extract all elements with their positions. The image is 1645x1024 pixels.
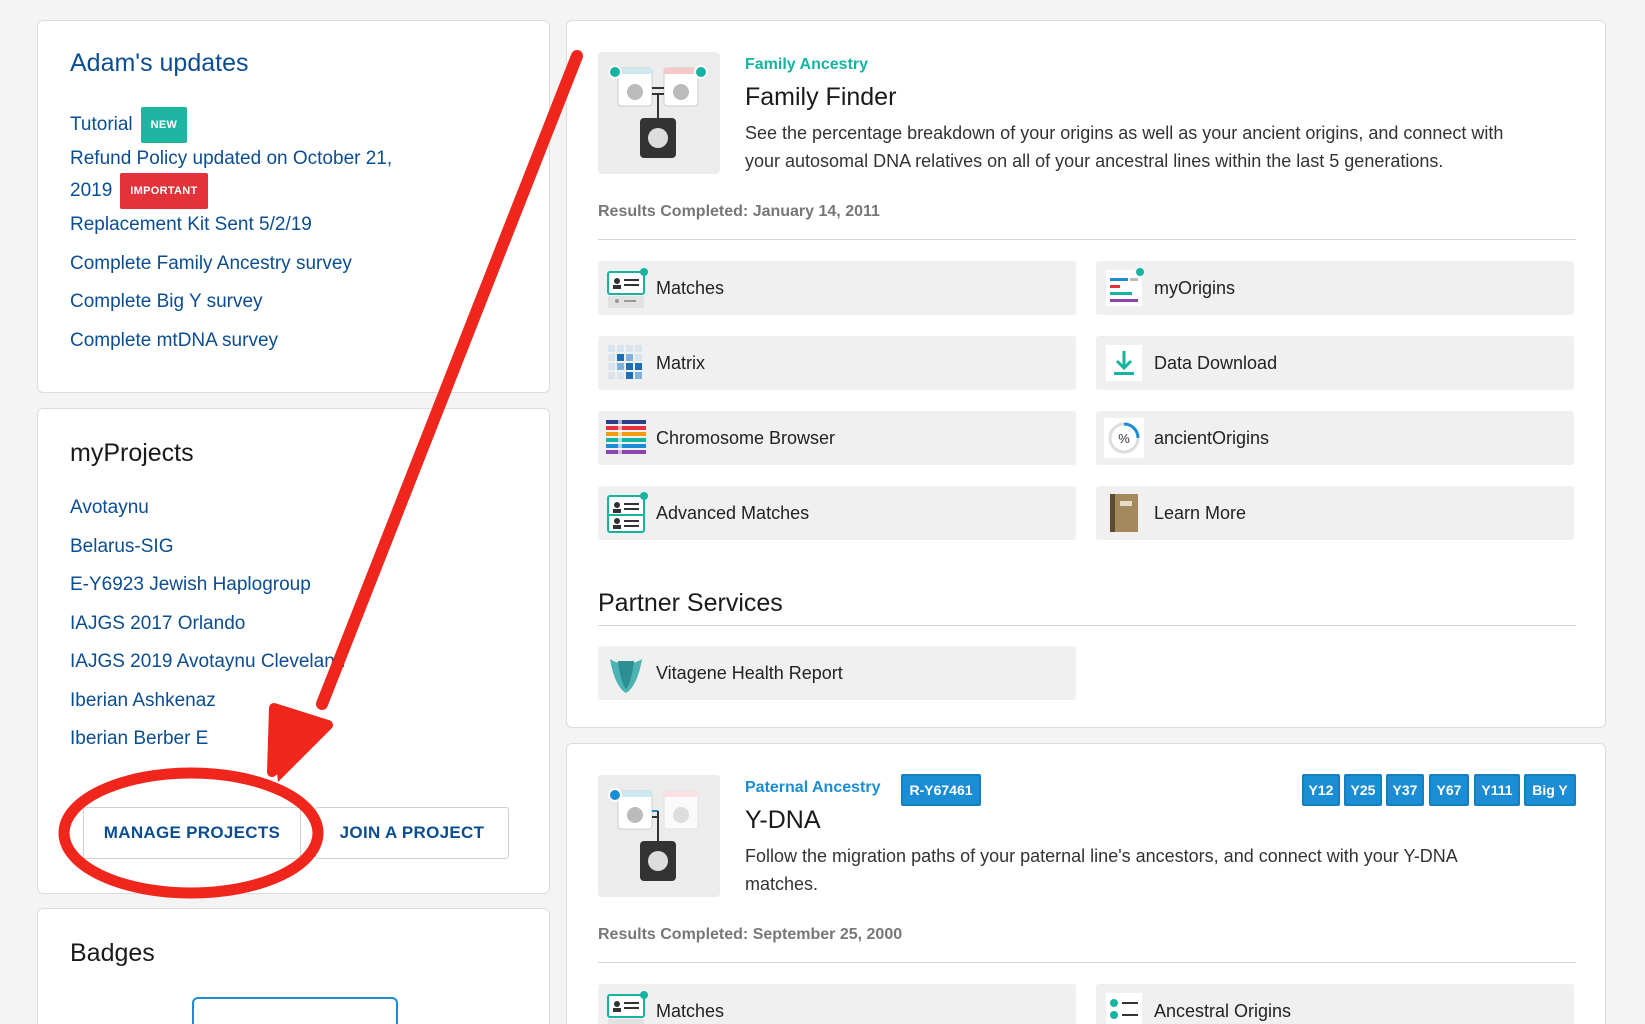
product-title: Y-DNA [745, 806, 821, 834]
tile-label: Matches [656, 277, 725, 298]
tile-learn-more[interactable]: Learn More [1096, 486, 1574, 540]
badges-title: Badges [70, 939, 155, 967]
tile-ancient-origins[interactable]: % ancientOrigins [1096, 411, 1574, 465]
results-completed: Results Completed: January 14, 2011 [598, 203, 880, 220]
divider [598, 239, 1576, 240]
checklist-icon [1100, 987, 1148, 1024]
family-finder-thumbnail [598, 52, 720, 174]
advanced-matches-icon [602, 489, 650, 537]
test-chip-y25[interactable]: Y25 [1344, 774, 1382, 806]
project-link[interactable]: Iberian Berber E [70, 725, 208, 753]
tile-label: ancientOrigins [1154, 427, 1270, 448]
matrix-icon [602, 339, 650, 387]
ydna-card: Paternal Ancestry R-Y67461 Y12 Y25 Y37 Y… [566, 743, 1606, 1024]
updates-title: Adam's updates [70, 49, 249, 77]
project-link[interactable]: Avotaynu [70, 494, 149, 522]
divider [598, 962, 1576, 963]
matches-icon [602, 264, 650, 312]
tile-ydna-matches[interactable]: Matches [598, 984, 1076, 1024]
update-link-refund-policy[interactable]: Refund Policy updated on October 21, 201… [70, 145, 392, 209]
test-chip-y111[interactable]: Y111 [1474, 774, 1520, 806]
product-category: Paternal Ancestry [745, 779, 881, 796]
updates-card: Adam's updates Tutorial NEW Refund Policy… [37, 20, 550, 393]
tile-label: Data Download [1154, 352, 1278, 373]
vitagene-shield-icon [602, 649, 650, 697]
download-icon [1100, 339, 1148, 387]
ancient-origins-icon: % [1100, 414, 1148, 462]
badge-item[interactable] [192, 997, 398, 1024]
project-link[interactable]: E-Y6923 Jewish Haplogroup [70, 571, 311, 599]
test-chip-y37[interactable]: Y37 [1386, 774, 1424, 806]
update-link-mtdna-survey[interactable]: Complete mtDNA survey [70, 327, 278, 355]
project-link[interactable]: Iberian Ashkenaz [70, 687, 216, 715]
divider [598, 625, 1576, 626]
update-link-big-y-survey[interactable]: Complete Big Y survey [70, 288, 263, 316]
description-line: matches. [745, 874, 819, 894]
ydna-thumbnail [598, 775, 720, 897]
update-link-label[interactable]: Tutorial [70, 114, 133, 135]
tile-label: Matrix [656, 352, 705, 373]
projects-title: myProjects [70, 439, 194, 467]
projects-card: myProjects Avotaynu Belarus-SIG E-Y6923 … [37, 408, 550, 894]
matches-icon [602, 987, 650, 1024]
description-line: See the percentage breakdown of your ori… [745, 123, 1504, 143]
new-badge: NEW [140, 107, 188, 143]
product-category: Family Ancestry [745, 56, 869, 73]
description-line: your autosomal DNA relatives on all of y… [745, 151, 1444, 171]
project-link[interactable]: IAJGS 2019 Avotaynu Cleveland [70, 648, 345, 676]
description-line: Follow the migration paths of your pater… [745, 846, 1458, 866]
results-completed: Results Completed: September 25, 2000 [598, 926, 903, 943]
haplogroup-badge[interactable]: R-Y67461 [901, 774, 981, 806]
tile-label: Learn More [1154, 502, 1247, 523]
important-badge: IMPORTANT [120, 173, 208, 209]
update-link-label[interactable]: Refund Policy updated on October 21, [70, 145, 392, 173]
tile-advanced-matches[interactable]: Advanced Matches [598, 486, 1076, 540]
badges-card: Badges [37, 908, 550, 1024]
test-chip-big-y[interactable]: Big Y [1524, 774, 1576, 806]
tile-label: Chromosome Browser [656, 427, 836, 448]
svg-text:%: % [1118, 431, 1130, 446]
tile-myorigins[interactable]: myOrigins [1096, 261, 1574, 315]
chromosome-browser-icon [602, 414, 650, 462]
update-link-label[interactable]: 2019 [70, 180, 112, 201]
project-link[interactable]: IAJGS 2017 Orlando [70, 610, 245, 638]
paternal-tree-icon [608, 788, 699, 881]
update-link-replacement-kit[interactable]: Replacement Kit Sent 5/2/19 [70, 211, 312, 239]
tile-ancestral-origins[interactable]: Ancestral Origins [1096, 984, 1574, 1024]
book-icon [1100, 489, 1148, 537]
update-link-family-ancestry-survey[interactable]: Complete Family Ancestry survey [70, 250, 352, 278]
family-finder-card: Family Ancestry Family Finder See the pe… [566, 20, 1606, 728]
myorigins-icon [1100, 264, 1148, 312]
tile-label: Matches [656, 1000, 725, 1021]
test-chip-y67[interactable]: Y67 [1429, 774, 1469, 806]
tile-vitagene-health-report[interactable]: Vitagene Health Report [598, 646, 1076, 700]
tile-matrix[interactable]: Matrix [598, 336, 1076, 390]
tile-matches[interactable]: Matches [598, 261, 1076, 315]
tile-label: Vitagene Health Report [656, 662, 843, 683]
product-title: Family Finder [745, 83, 897, 111]
tile-data-download[interactable]: Data Download [1096, 336, 1574, 390]
product-description: Follow the migration paths of your pater… [745, 842, 1565, 898]
tile-label: Ancestral Origins [1154, 1000, 1292, 1021]
update-link-tutorial[interactable]: Tutorial NEW [70, 107, 188, 143]
partner-services-title: Partner Services [598, 589, 783, 617]
tile-label: myOrigins [1154, 277, 1236, 298]
project-link[interactable]: Belarus-SIG [70, 533, 173, 561]
test-chip-y12[interactable]: Y12 [1302, 774, 1340, 806]
join-project-button[interactable]: JOIN A PROJECT [315, 807, 509, 859]
tile-chromosome-browser[interactable]: Chromosome Browser [598, 411, 1076, 465]
product-description: See the percentage breakdown of your ori… [745, 119, 1565, 175]
tile-label: Advanced Matches [656, 502, 810, 523]
family-tree-icon [608, 65, 708, 158]
manage-projects-button[interactable]: MANAGE PROJECTS [83, 807, 301, 859]
